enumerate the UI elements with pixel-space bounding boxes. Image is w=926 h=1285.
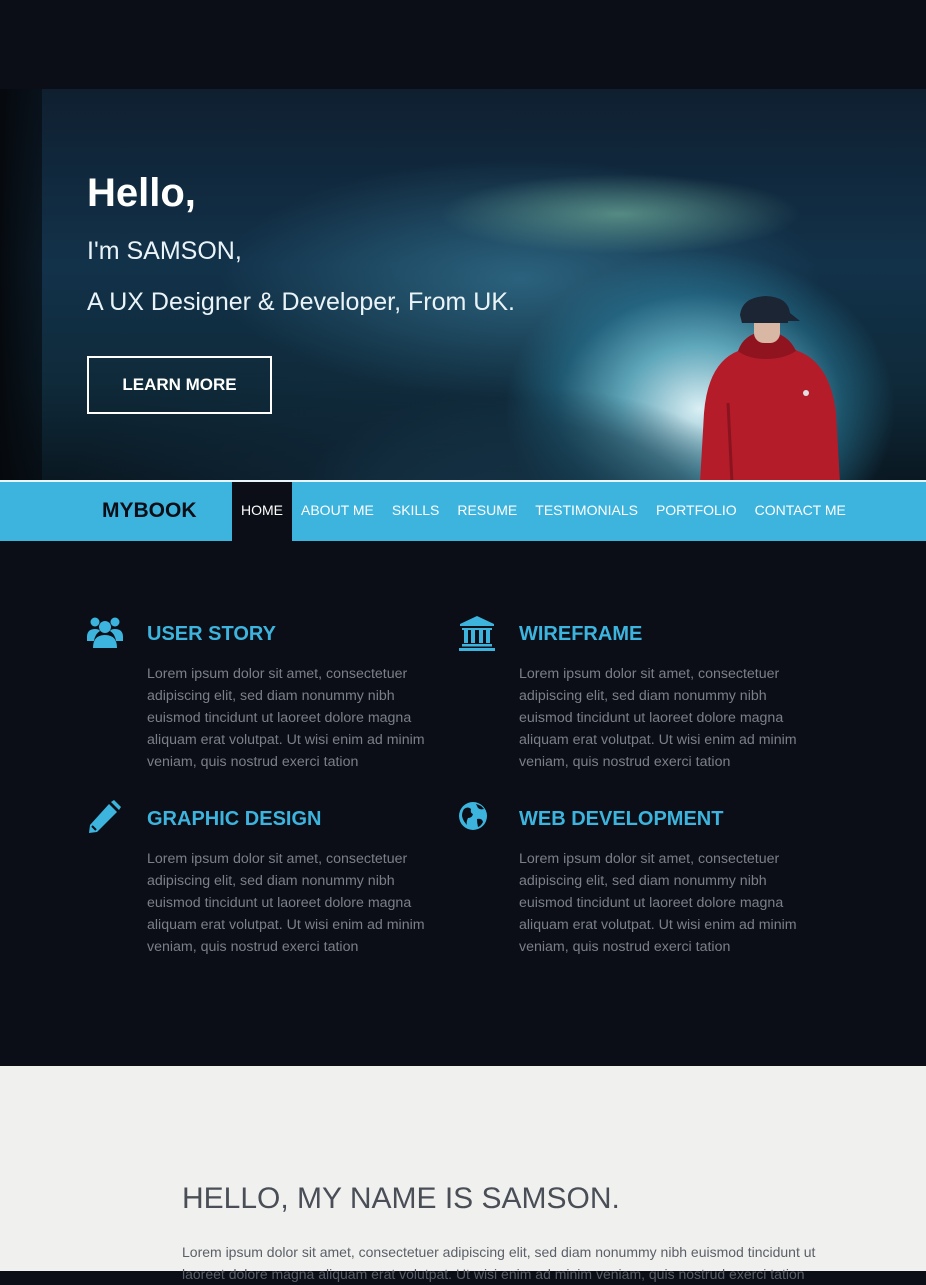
features-section: USER STORY Lorem ipsum dolor sit amet, c… <box>0 541 926 1066</box>
about-text: Lorem ipsum dolor sit amet, consectetuer… <box>182 1244 816 1282</box>
nav-item-portfolio[interactable]: PORTFOLIO <box>647 482 746 541</box>
feature-title: USER STORY <box>147 623 276 645</box>
feature-title: GRAPHIC DESIGN <box>147 808 322 830</box>
feature-text: Lorem ipsum dolor sit amet, consectetuer… <box>519 666 797 770</box>
feature-text: Lorem ipsum dolor sit amet, consectetuer… <box>147 851 425 955</box>
bank-icon <box>459 616 495 651</box>
feature-title: WEB DEVELOPMENT <box>519 808 724 830</box>
person-figure <box>700 296 840 480</box>
learn-more-button[interactable]: LEARN MORE <box>87 356 272 414</box>
about-section: HELLO, MY NAME IS SAMSON. Lorem ipsum do… <box>0 1066 926 1282</box>
nav-item-contact-me[interactable]: CONTACT ME <box>746 482 855 541</box>
feature-text: Lorem ipsum dolor sit amet, consectetuer… <box>147 666 425 770</box>
top-spacer <box>0 0 926 89</box>
main-navbar: MYBOOK HOME ABOUT ME SKILLS RESUME TESTI… <box>0 480 926 541</box>
feature-title: WIREFRAME <box>519 623 643 645</box>
nav-item-resume[interactable]: RESUME <box>448 482 526 541</box>
globe-icon <box>459 802 487 830</box>
nav-item-testimonials[interactable]: TESTIMONIALS <box>526 482 647 541</box>
hero-tagline: A UX Designer & Developer, From UK. <box>87 288 515 316</box>
hero-banner: Hello, I'm SAMSON, A UX Designer & Devel… <box>0 89 926 480</box>
nav-menu: HOME ABOUT ME SKILLS RESUME TESTIMONIALS… <box>232 482 855 541</box>
about-heading: HELLO, MY NAME IS SAMSON. <box>182 1182 620 1215</box>
hero-left-shade <box>0 89 42 480</box>
hero-intro: I'm SAMSON, <box>87 237 242 265</box>
pencil-icon <box>89 800 121 833</box>
nav-item-home[interactable]: HOME <box>232 482 292 541</box>
hero-greeting: Hello, <box>87 171 196 215</box>
nav-item-about-me[interactable]: ABOUT ME <box>292 482 383 541</box>
users-icon <box>87 617 123 648</box>
feature-text: Lorem ipsum dolor sit amet, consectetuer… <box>519 851 797 955</box>
nav-item-skills[interactable]: SKILLS <box>383 482 448 541</box>
brand-logo[interactable]: MYBOOK <box>102 499 197 523</box>
